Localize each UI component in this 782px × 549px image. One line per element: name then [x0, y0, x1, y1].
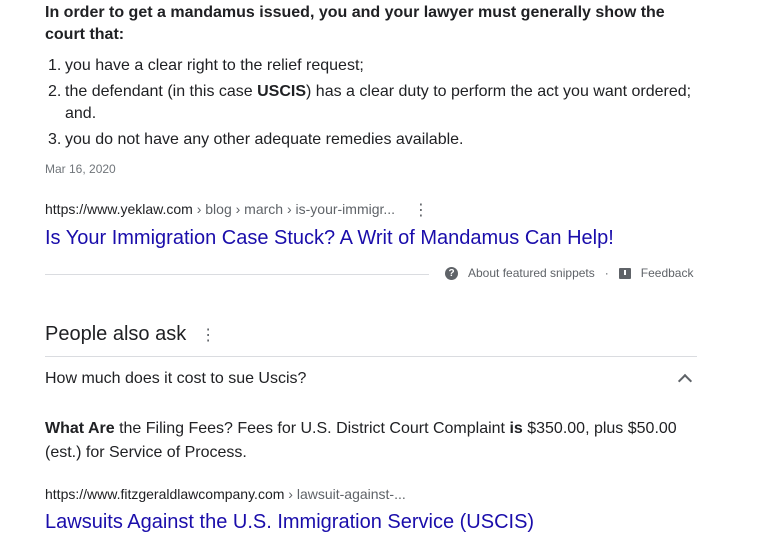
list-number: 3.	[48, 131, 62, 148]
chevron-up-icon[interactable]	[677, 373, 693, 389]
snippet-date: Mar 16, 2020	[45, 162, 116, 176]
list-number: 2.	[48, 83, 62, 100]
paa-answer: What Are the Filing Fees? Fees for U.S. …	[45, 417, 685, 465]
answer-bold: What Are	[45, 420, 115, 437]
paa-question[interactable]: How much does it cost to sue Uscis?	[45, 357, 697, 401]
snippet-list: 1. you have a clear right to the relief …	[45, 55, 697, 155]
help-icon: ?	[445, 266, 458, 280]
feedback-link[interactable]: Feedback	[641, 266, 694, 280]
about-featured-snippets-link[interactable]: About featured snippets	[468, 266, 595, 280]
paa-heading-text: People also ask	[45, 323, 187, 345]
result-title-link[interactable]: Lawsuits Against the U.S. Immigration Se…	[45, 511, 534, 534]
list-text-pre: the defendant (in this case	[65, 83, 258, 100]
paa-question-text: How much does it cost to sue Uscis?	[45, 370, 307, 387]
feedback-icon	[618, 267, 631, 279]
cite-domain: https://www.yeklaw.com	[45, 201, 193, 217]
list-number: 1.	[48, 57, 62, 74]
snippet-lead: In order to get a mandamus issued, you a…	[45, 4, 665, 43]
people-also-ask-heading: People also ask ⋮	[45, 323, 216, 346]
list-item: 3. you do not have any other adequate re…	[45, 129, 697, 151]
answer-text: the Filing Fees? Fees for U.S. District …	[114, 420, 510, 437]
cite-path: › lawsuit-against-...	[284, 486, 406, 502]
answer-bold: is	[509, 420, 523, 437]
result-cite: https://www.fitzgeraldlawcompany.com › l…	[45, 486, 406, 502]
divider	[45, 274, 429, 275]
list-item: 1. you have a clear right to the relief …	[45, 55, 697, 77]
cite-path: › blog › march › is-your-immigr...	[192, 201, 396, 217]
list-text: you do not have any other adequate remed…	[65, 131, 464, 148]
list-item: 2. the defendant (in this case USCIS) ha…	[45, 81, 697, 125]
list-text-bold: USCIS	[257, 83, 307, 100]
snippet-footer: ? About featured snippets · Feedback	[445, 266, 693, 280]
more-options-icon[interactable]: ⋮	[413, 200, 429, 220]
separator-dot: ·	[604, 266, 609, 280]
cite-domain: https://www.fitzgeraldlawcompany.com	[45, 486, 285, 502]
list-text: you have a clear right to the relief req…	[65, 57, 364, 74]
result-cite: https://www.yeklaw.com › blog › march › …	[45, 201, 429, 219]
result-title-link[interactable]: Is Your Immigration Case Stuck? A Writ o…	[45, 227, 614, 250]
paa-more-options-icon[interactable]: ⋮	[200, 325, 216, 345]
